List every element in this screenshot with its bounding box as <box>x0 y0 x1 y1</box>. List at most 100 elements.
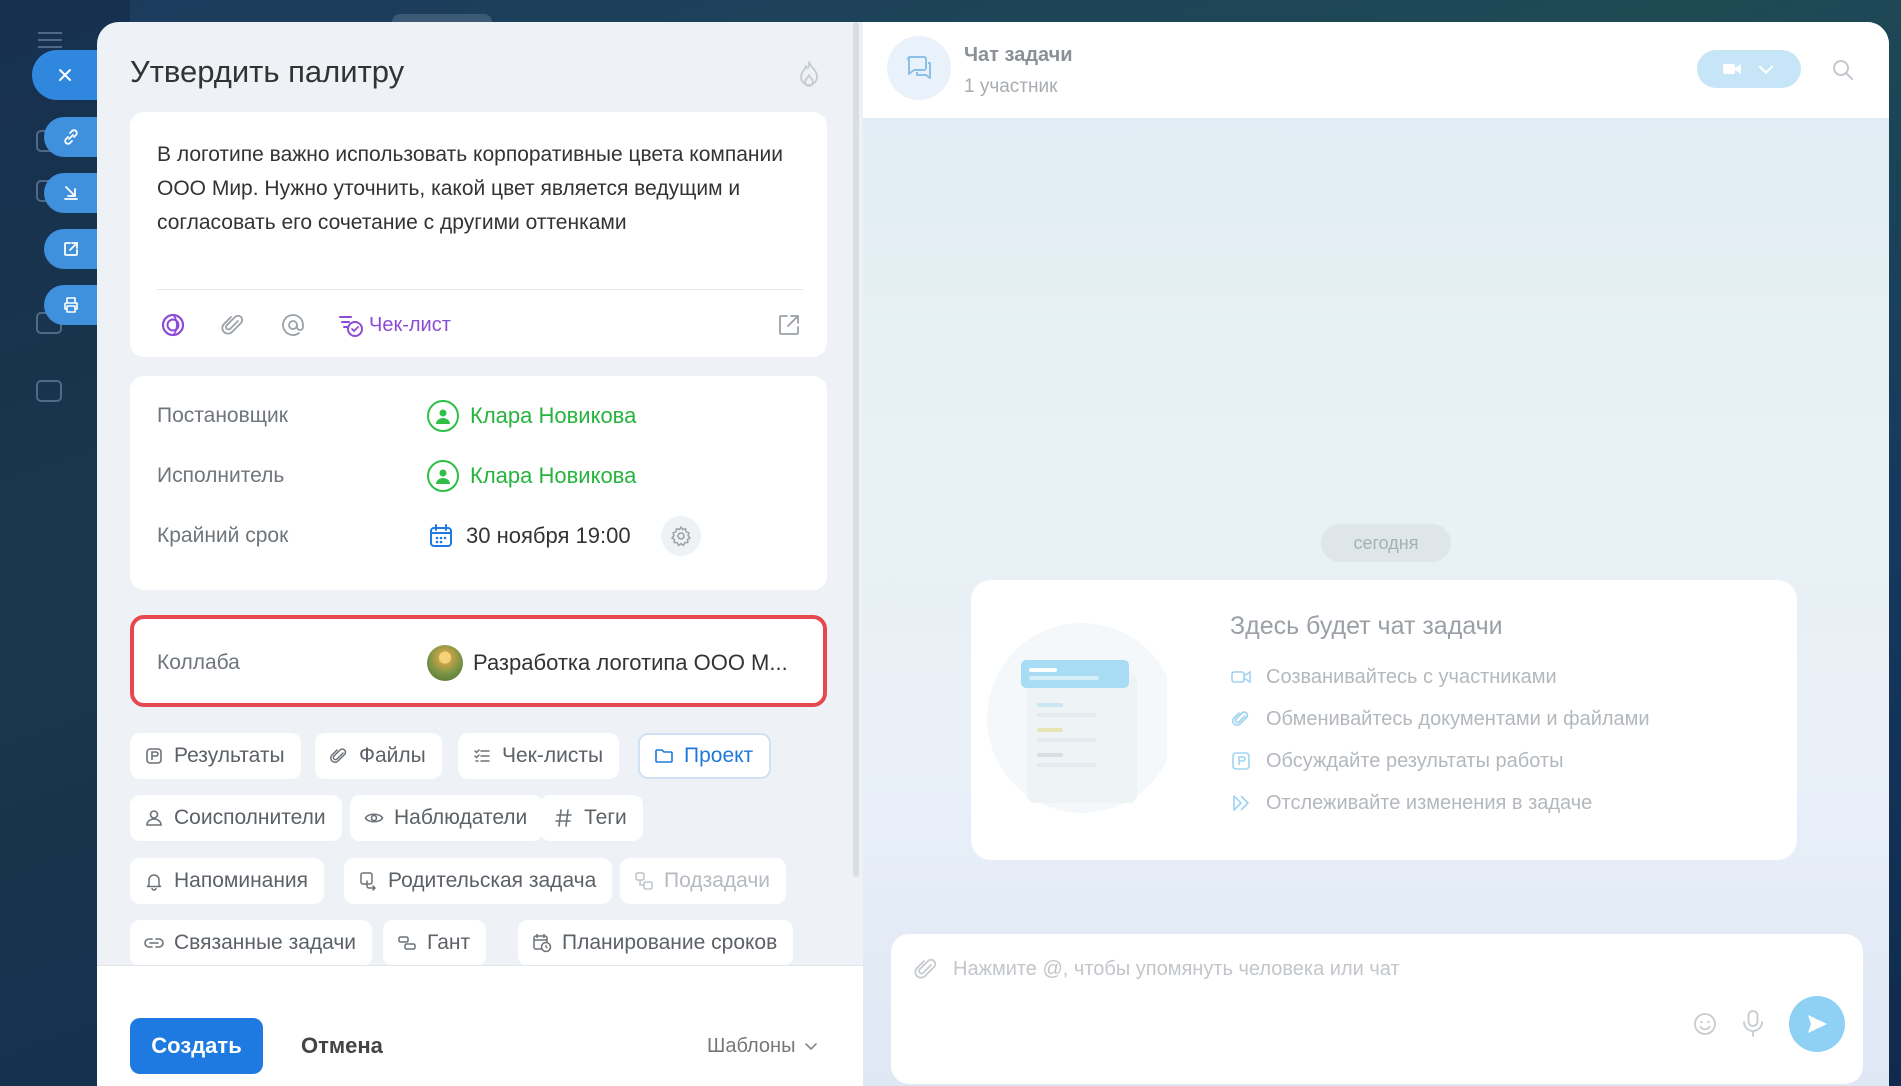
copilot-icon <box>161 313 185 337</box>
print-button[interactable] <box>44 285 98 325</box>
avatar <box>427 400 459 432</box>
chat-illustration <box>987 623 1167 813</box>
date-separator: сегодня <box>1321 524 1451 562</box>
mention-button[interactable] <box>277 309 309 341</box>
expand-editor-icon[interactable] <box>775 311 803 339</box>
calendar-icon <box>430 524 452 547</box>
chip-observers[interactable]: Наблюдатели <box>350 795 544 841</box>
deadline-settings-button[interactable] <box>660 516 701 556</box>
chip-gantt[interactable]: Гант <box>383 920 487 966</box>
chip-label: Файлы <box>359 744 426 767</box>
collab-selector[interactable]: Разработка логотипа ООО М... <box>427 645 788 681</box>
chip-label: Связанные задачи <box>174 931 357 954</box>
chip-deadline-planning[interactable]: Планирование сроков <box>518 920 794 966</box>
description-toolbar: Чек-лист <box>157 307 803 343</box>
creator-name: Клара Новикова <box>470 403 637 428</box>
chip-label: Соисполнители <box>174 806 326 829</box>
empty-state-item: Обсуждайте результаты работы <box>1230 745 1563 777</box>
chip-label: Напоминания <box>174 869 309 892</box>
video-call-button[interactable] <box>1697 50 1801 88</box>
chip-results[interactable]: Результаты <box>130 733 301 779</box>
description-card: В логотипе важно использовать корпоратив… <box>130 112 827 357</box>
assignee-person[interactable]: Клара Новикова <box>427 460 636 492</box>
chip-tags[interactable]: Теги <box>540 795 643 841</box>
collab-row: Коллаба Разработка логотипа ООО М... <box>157 643 803 683</box>
empty-state-item-label: Обсуждайте результаты работы <box>1266 749 1564 772</box>
chip-reminders[interactable]: Напоминания <box>130 858 325 904</box>
results-icon <box>146 748 162 764</box>
templates-label: Шаблоны <box>707 1034 796 1057</box>
chip-label: Гант <box>427 931 471 954</box>
chip-related-tasks[interactable]: Связанные задачи <box>130 920 373 966</box>
creator-row: Постановщик Клара Новикова <box>157 396 803 436</box>
chip-label: Проект <box>684 744 754 767</box>
chat-title: Чат задачи <box>964 44 1073 66</box>
chip-label: Теги <box>584 806 627 829</box>
assignee-label: Исполнитель <box>157 464 285 487</box>
copilot-button[interactable] <box>157 309 189 341</box>
close-button[interactable] <box>32 50 98 100</box>
copy-link-button[interactable] <box>44 117 98 157</box>
link-icon <box>64 129 78 145</box>
chip-label: Подзадачи <box>664 869 771 892</box>
paperclip-icon[interactable] <box>913 956 939 982</box>
empty-state-item-label: Обменивайтесь документами и файлами <box>1266 707 1650 730</box>
minimize-button[interactable] <box>44 173 98 213</box>
send-button[interactable] <box>1789 996 1845 1052</box>
close-icon <box>59 69 71 81</box>
chip-subtasks[interactable]: Подзадачи <box>620 858 787 904</box>
chip-project[interactable]: Проект <box>638 733 772 779</box>
chip-parent-task[interactable]: Родительская задача <box>344 858 613 904</box>
video-camera-icon <box>1231 670 1251 684</box>
create-button[interactable]: Создать <box>130 1018 263 1074</box>
attach-file-button[interactable] <box>217 309 249 341</box>
chevron-down-icon <box>805 1043 818 1051</box>
cancel-button[interactable]: Отмена <box>301 1018 383 1074</box>
microphone-icon[interactable] <box>1739 1008 1767 1038</box>
empty-state-title: Здесь будет чат задачи <box>1230 612 1503 640</box>
collab-value: Разработка логотипа ООО М... <box>473 650 788 675</box>
task-chat-panel: Чат задачи 1 участник сегодня Здесь буде… <box>863 22 1889 1086</box>
arrow-down-right-icon <box>64 186 78 200</box>
task-title[interactable]: Утвердить палитру <box>130 54 404 90</box>
chat-input-placeholder[interactable]: Нажмите @, чтобы упомянуть человека или … <box>953 958 1400 981</box>
emoji-icon[interactable] <box>1691 1010 1719 1038</box>
checklist-link-label: Чек-лист <box>369 313 451 336</box>
bell-icon <box>146 874 162 891</box>
chip-label: Наблюдатели <box>394 806 528 829</box>
creator-person[interactable]: Клара Новикова <box>427 400 636 432</box>
paperclip-icon <box>221 314 244 335</box>
chip-files[interactable]: Файлы <box>315 733 442 779</box>
deadline-picker[interactable]: 30 ноября 19:00 <box>427 522 631 550</box>
chip-checklists[interactable]: Чек-листы <box>458 733 620 779</box>
double-chevron-right-icon <box>1233 795 1249 811</box>
chip-co-assignees[interactable]: Соисполнители <box>130 795 342 841</box>
chat-participants[interactable]: 1 участник <box>964 76 1057 98</box>
link-icon <box>144 938 164 948</box>
video-camera-icon <box>1723 64 1741 74</box>
flame-icon[interactable] <box>796 59 822 89</box>
calendar-clock-icon <box>533 934 552 953</box>
open-new-window-button[interactable] <box>44 229 98 269</box>
creator-label: Постановщик <box>157 404 288 427</box>
folder-icon <box>655 749 673 763</box>
checklist-add-icon <box>339 316 363 337</box>
collab-label: Коллаба <box>157 651 240 674</box>
avatar <box>427 460 459 492</box>
description-text[interactable]: В логотипе важно использовать корпоратив… <box>157 138 797 240</box>
chip-label: Результаты <box>174 744 285 767</box>
checklist-link[interactable]: Чек-лист <box>337 311 451 339</box>
person-icon <box>146 810 162 826</box>
scrollbar[interactable] <box>853 22 859 877</box>
at-sign-icon <box>282 314 304 336</box>
chat-bubbles-icon <box>907 56 931 79</box>
printer-icon <box>64 297 78 313</box>
task-form-panel: Утвердить палитру В логотипе важно испол… <box>97 22 863 1086</box>
chat-message-input[interactable]: Нажмите @, чтобы упомянуть человека или … <box>891 934 1863 1084</box>
search-icon[interactable] <box>1830 57 1856 83</box>
parent-task-icon <box>360 872 377 891</box>
hash-icon <box>555 809 572 827</box>
empty-state-item-label: Отслеживайте изменения в задаче <box>1266 791 1593 814</box>
chevron-down-icon <box>1758 65 1774 75</box>
templates-dropdown[interactable]: Шаблоны <box>707 1018 819 1074</box>
